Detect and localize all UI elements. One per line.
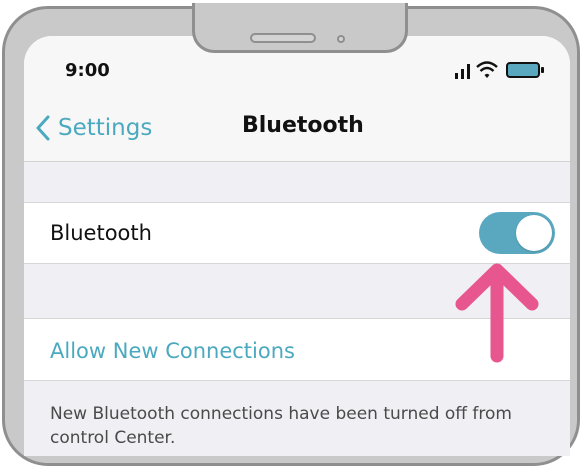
back-button-label: Settings — [58, 115, 153, 141]
toggle-knob — [516, 215, 552, 251]
bluetooth-footer-note: New Bluetooth connections have been turn… — [50, 404, 512, 448]
speaker-grille — [250, 33, 316, 43]
signal-icon — [455, 64, 470, 79]
phone-notch — [192, 3, 408, 53]
front-camera — [337, 35, 345, 43]
bluetooth-setting-row: Bluetooth — [24, 202, 570, 264]
bluetooth-toggle-label: Bluetooth — [50, 221, 152, 245]
status-icons — [455, 57, 555, 81]
navigation-bar: Settings Bluetooth — [24, 96, 570, 162]
status-icons-svg — [455, 61, 544, 79]
status-time: 9:00 — [65, 60, 110, 81]
bluetooth-toggle[interactable] — [479, 212, 555, 254]
battery-icon — [506, 62, 544, 78]
page-title: Bluetooth — [242, 113, 364, 138]
up-arrow-icon — [455, 263, 539, 363]
phone-screen: 9:00 Settings Bluetooth Bluetooth Allow … — [24, 36, 570, 456]
wifi-icon — [476, 61, 498, 78]
chevron-left-icon — [36, 115, 50, 141]
back-button[interactable]: Settings — [36, 113, 152, 143]
allow-new-connections-label: Allow New Connections — [50, 339, 295, 363]
phone-frame: 9:00 Settings Bluetooth Bluetooth Allow … — [2, 6, 580, 466]
